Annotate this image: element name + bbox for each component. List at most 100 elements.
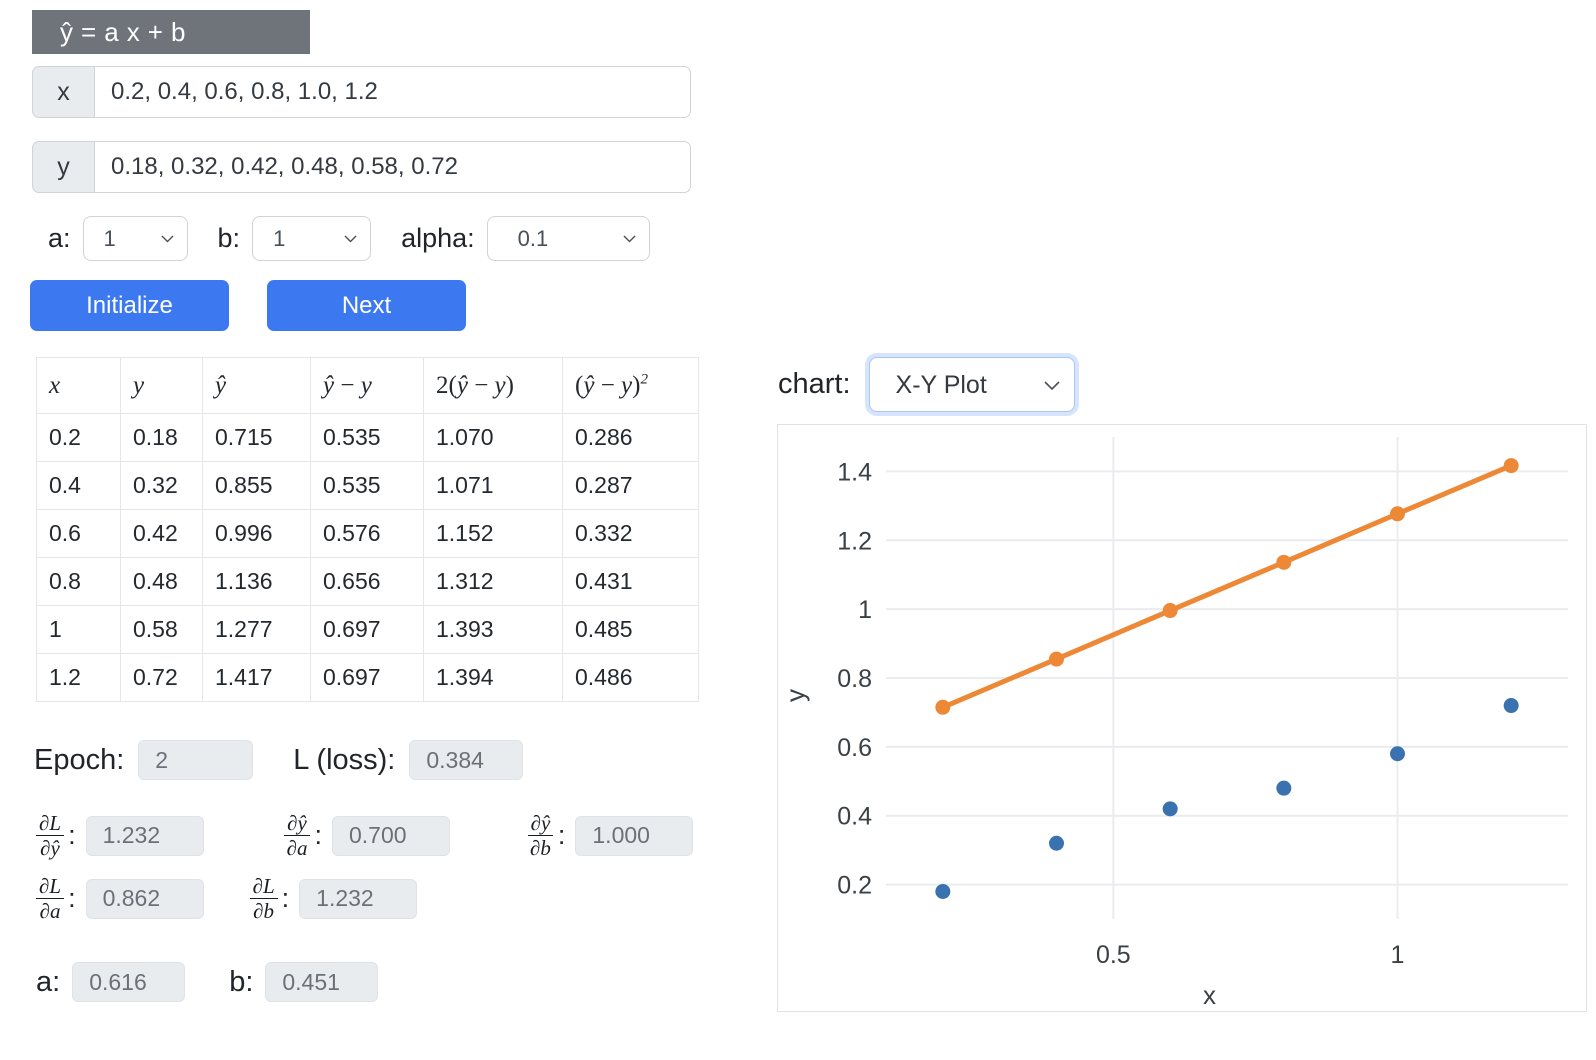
plot-canvas: 0.2 0.4 0.6 0.8 1 1.2 1.4 0.5 1 xyxy=(837,437,1568,969)
a-select-wrapper: 1 xyxy=(82,216,188,261)
loss-label: L (loss): xyxy=(293,743,396,776)
fraction-numerator: ∂L xyxy=(36,812,65,837)
table-row: 1 0.58 1.277 0.697 1.393 0.485 xyxy=(36,605,699,654)
epoch-value: 2 xyxy=(138,740,254,780)
table-row: 0.4 0.32 0.855 0.535 1.071 0.287 xyxy=(36,461,699,510)
cell-2residual: 1.312 xyxy=(423,557,563,606)
alpha-select-label: alpha: xyxy=(401,223,475,253)
data-point xyxy=(1049,835,1064,851)
dyhat-db-value: 1.000 xyxy=(575,815,694,856)
chart-type-select[interactable]: X-Y Plot xyxy=(868,357,1075,412)
a-output-value: 0.616 xyxy=(72,962,186,1002)
cell-sqresidual: 0.431 xyxy=(562,557,699,606)
b-output-label: b: xyxy=(229,965,254,998)
gradient-row-2: ∂L ∂a : 0.862 ∂L ∂b : 1.232 xyxy=(36,875,693,922)
gradient-dL-db: ∂L ∂b : 1.232 xyxy=(249,875,418,924)
colon-separator: : xyxy=(68,883,76,914)
cell-x: 0.8 xyxy=(36,557,121,606)
b-select[interactable]: 1 xyxy=(252,216,372,261)
b-select-label: b: xyxy=(217,223,241,253)
dyhat-da-value: 0.700 xyxy=(331,815,450,856)
fraction-denominator: ∂a xyxy=(39,899,61,924)
data-point xyxy=(1049,651,1064,667)
app-root: ŷ = a x + b x y a: 1 b: 1 xyxy=(0,0,1596,1060)
chart-panel: chart: X-Y Plot 0.2 0.4 0.6 0.8 1 1.2 1.4 0.5 1 … xyxy=(760,0,1596,1060)
y-axis-tick-label: 0.6 xyxy=(837,734,872,762)
data-point xyxy=(1276,554,1292,570)
a-select[interactable]: 1 xyxy=(82,216,188,261)
cell-x: 0.4 xyxy=(36,461,121,510)
chart-selector-row: chart: X-Y Plot xyxy=(778,357,1075,412)
alpha-select[interactable]: 0.1 xyxy=(486,216,650,261)
cell-x: 1.2 xyxy=(36,653,121,702)
series-line xyxy=(940,463,1514,710)
cell-2residual: 1.393 xyxy=(423,605,563,654)
cell-yhat: 1.417 xyxy=(202,653,311,702)
controls-panel: ŷ = a x + b x y a: 1 b: 1 xyxy=(0,0,760,1060)
colon-separator: : xyxy=(314,820,322,851)
initialize-button[interactable]: Initialize xyxy=(30,280,229,331)
colon-separator: : xyxy=(68,820,76,851)
data-point xyxy=(935,883,951,899)
dL-da-value: 0.862 xyxy=(85,878,204,919)
cell-x: 0.6 xyxy=(36,509,121,558)
data-point xyxy=(1503,458,1519,474)
data-point xyxy=(1390,746,1405,762)
table-header-yhat: ŷ xyxy=(202,357,311,414)
fraction-numerator: ∂L xyxy=(249,875,278,900)
table-header-x: x xyxy=(36,357,121,414)
colon-separator: : xyxy=(281,883,290,914)
cell-yhat: 0.996 xyxy=(202,509,311,558)
xy-plot: 0.2 0.4 0.6 0.8 1 1.2 1.4 0.5 1 y x xyxy=(777,424,1587,1012)
cell-sqresidual: 0.332 xyxy=(562,509,699,558)
y-values-input[interactable] xyxy=(94,141,691,193)
table-row: 0.8 0.48 1.136 0.656 1.312 0.431 xyxy=(36,557,699,606)
cell-x: 0.2 xyxy=(36,413,121,462)
equation-text: ŷ = a x + b xyxy=(60,16,186,47)
fraction-dyhat-da: ∂ŷ ∂a xyxy=(284,812,311,859)
x-values-input[interactable] xyxy=(94,66,691,118)
y-axis-tick-label: 1.2 xyxy=(837,527,872,555)
gradient-dL-da: ∂L ∂a : 0.862 xyxy=(36,875,204,922)
cell-2residual: 1.071 xyxy=(423,461,563,510)
fraction-dL-db: ∂L ∂b xyxy=(249,875,278,924)
fraction-denominator: ∂b xyxy=(529,836,551,861)
y-input-group: y xyxy=(32,141,691,193)
fraction-denominator: ∂b xyxy=(253,899,275,924)
next-button[interactable]: Next xyxy=(267,280,466,331)
cell-residual: 0.535 xyxy=(310,413,424,462)
cell-yhat: 1.136 xyxy=(202,557,311,606)
epoch-label: Epoch: xyxy=(34,743,125,776)
cell-sqresidual: 0.485 xyxy=(562,605,699,654)
x-axis-label: x xyxy=(1203,980,1216,1010)
fraction-numerator: ∂ŷ xyxy=(527,812,554,837)
gradient-dyhat-db: ∂ŷ ∂b : 1.000 xyxy=(527,812,694,861)
cell-sqresidual: 0.287 xyxy=(562,461,699,510)
colon-separator: : xyxy=(557,820,566,851)
fraction-dL-da: ∂L ∂a xyxy=(36,875,65,924)
dL-dyhat-value: 1.232 xyxy=(85,815,204,856)
cell-yhat: 0.715 xyxy=(202,413,311,462)
cell-2residual: 1.070 xyxy=(423,413,563,462)
cell-2residual: 1.152 xyxy=(423,509,563,558)
cell-2residual: 1.394 xyxy=(423,653,563,702)
table-header-2residual: 2(ŷ − y) xyxy=(423,357,563,414)
table-row: 0.6 0.42 0.996 0.576 1.152 0.332 xyxy=(36,509,699,558)
cell-residual: 0.697 xyxy=(310,653,424,702)
table-header-sqresidual: (ŷ − y)2 xyxy=(562,357,699,414)
parameter-row: a: 1 b: 1 alpha: 0.1 xyxy=(48,216,650,261)
gradients-panel: ∂L ∂ŷ : 1.232 ∂ŷ ∂a : 0.700 ∂ŷ ∂b: 1.00… xyxy=(36,812,694,938)
dL-db-value: 1.232 xyxy=(299,878,418,919)
x-input-addon: x xyxy=(32,66,94,118)
table-header-residual: ŷ − y xyxy=(310,357,424,414)
data-point xyxy=(1276,780,1292,796)
equation-header: ŷ = a x + b xyxy=(32,10,310,54)
a-select-label: a: xyxy=(48,223,71,253)
cell-x: 1 xyxy=(36,605,121,654)
cell-residual: 0.656 xyxy=(310,557,424,606)
x-input-group: x xyxy=(32,66,691,118)
y-input-addon: y xyxy=(32,141,94,193)
cell-sqresidual: 0.286 xyxy=(562,413,699,462)
cell-yhat: 1.277 xyxy=(202,605,311,654)
data-point xyxy=(1503,698,1519,714)
